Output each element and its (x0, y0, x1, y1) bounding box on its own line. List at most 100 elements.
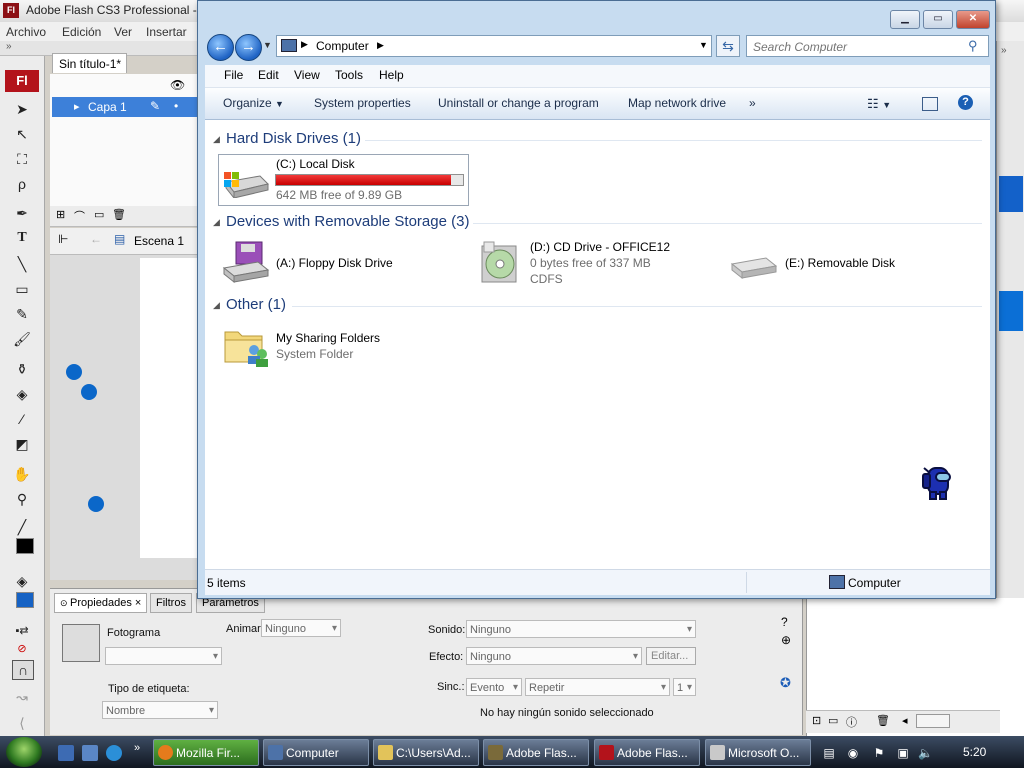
paint-bucket-tool-icon[interactable]: ◈ (12, 385, 32, 403)
collapse-group-icon[interactable]: ◢ (213, 217, 220, 228)
search-icon[interactable]: ⚲ (968, 38, 978, 54)
switch-windows-icon[interactable] (82, 745, 98, 761)
chevron-right-icon[interactable]: ▶ (301, 39, 308, 50)
stage-dot[interactable] (66, 364, 82, 380)
recent-pages-icon[interactable]: ▼ (263, 40, 272, 50)
trash-icon[interactable]: 🗑 (876, 714, 890, 727)
flash-menu-archivo[interactable]: Archivo (6, 25, 46, 39)
properties-icon[interactable]: ⓘ (846, 714, 857, 730)
collapse-arrows-icon[interactable]: » (6, 41, 12, 52)
help-icon[interactable]: ? (958, 95, 973, 110)
color-panel-swatch[interactable] (999, 176, 1023, 212)
map-network-drive-button[interactable]: Map network drive (628, 96, 726, 110)
flash-menu-insertar[interactable]: Insertar (146, 25, 187, 39)
collapse-group-icon[interactable]: ◢ (213, 300, 220, 311)
preview-pane-icon[interactable] (922, 97, 938, 111)
new-folder-icon[interactable]: ▭ (828, 714, 838, 727)
uninstall-program-button[interactable]: Uninstall or change a program (438, 96, 599, 110)
zoom-tool-icon[interactable]: ⚲ (12, 490, 32, 508)
sharing-folders-name[interactable]: My Sharing Folders (276, 331, 380, 345)
more-commands-button[interactable]: » (749, 96, 756, 110)
swap-colors-icon[interactable]: ▪⇄ (12, 622, 32, 640)
address-bar[interactable]: ▶ Computer ▶ ▼ (276, 35, 712, 57)
smooth-icon[interactable]: ↝ (12, 688, 32, 706)
text-tool-icon[interactable]: T (12, 229, 32, 247)
expand-icon[interactable]: ✪ (780, 675, 791, 691)
back-button[interactable]: ← (207, 34, 234, 61)
forward-button[interactable]: → (235, 34, 262, 61)
organize-button[interactable]: Organize ▼ (223, 96, 284, 110)
free-transform-tool-icon[interactable]: ⛶ (12, 150, 32, 168)
cd-drive-icon[interactable] (478, 240, 522, 284)
scroll-thumb[interactable] (916, 714, 950, 728)
group-removable-storage[interactable]: Devices with Removable Storage (3) (226, 213, 469, 230)
effect-select[interactable]: Ninguno (466, 647, 642, 666)
system-properties-button[interactable]: System properties (314, 96, 411, 110)
tray-volume-icon[interactable]: 🔈 (918, 746, 933, 760)
menu-file[interactable]: File (224, 68, 243, 82)
stage-dot[interactable] (88, 496, 104, 512)
timeline-toggle-icon[interactable]: ⊩ (58, 232, 68, 246)
removable-disk-icon[interactable] (730, 254, 778, 282)
add-layer-icon[interactable]: ⊞ (56, 208, 65, 221)
eyedropper-tool-icon[interactable]: ⁄ (12, 410, 32, 428)
subselection-tool-icon[interactable]: ↖ (12, 125, 32, 143)
tray-flag-icon[interactable]: ⚑ (872, 746, 886, 760)
edit-effect-button[interactable]: Editar... (646, 647, 696, 665)
animate-select[interactable]: Ninguno (261, 619, 341, 638)
sync-select[interactable]: Evento (466, 678, 522, 697)
taskbar-flash-2[interactable]: Adobe Flas... (594, 739, 700, 766)
taskbar-users-folder[interactable]: C:\Users\Ad... (373, 739, 479, 766)
brush-tool-icon[interactable]: 🖌 (12, 330, 32, 348)
pen-tool-icon[interactable]: ✒ (12, 204, 32, 222)
flash-menu-ver[interactable]: Ver (114, 25, 132, 39)
add-folder-icon[interactable]: ▭ (94, 208, 104, 221)
minimize-button[interactable]: ▁ (890, 10, 920, 29)
expand-panel-icon[interactable]: » (1001, 45, 1007, 56)
collapse-group-icon[interactable]: ◢ (213, 134, 220, 145)
lasso-tool-icon[interactable]: ρ (12, 175, 32, 193)
back-arrow-icon[interactable]: ← (90, 232, 102, 246)
group-other[interactable]: Other (1) (226, 296, 286, 313)
flash-menu-edicion[interactable]: Edición (62, 25, 101, 39)
tray-security-icon[interactable]: ◉ (846, 746, 860, 760)
help-icon[interactable]: ? (781, 615, 788, 629)
search-input[interactable] (753, 39, 958, 54)
line-tool-icon[interactable]: ╲ (12, 255, 32, 273)
straighten-icon[interactable]: ⟨ (12, 714, 32, 732)
ink-bottle-tool-icon[interactable]: ⚱ (12, 360, 32, 378)
chevron-down-icon[interactable]: ▼ (699, 40, 708, 50)
taskbar-computer[interactable]: Computer (263, 739, 369, 766)
tray-network-icon[interactable]: ▣ (896, 746, 910, 760)
repeat-select[interactable]: Repetir (525, 678, 670, 697)
show-desktop-icon[interactable] (58, 745, 74, 761)
refresh-button[interactable]: ⇆ (716, 35, 740, 57)
start-button[interactable] (6, 737, 42, 767)
fill-color-swatch[interactable] (16, 592, 34, 608)
tray-document-icon[interactable]: ▤ (822, 746, 836, 760)
document-tab[interactable]: Sin título-1* (52, 53, 127, 73)
sharing-folder-icon[interactable] (222, 320, 270, 368)
removable-disk-name[interactable]: (E:) Removable Disk (785, 256, 895, 270)
views-icon[interactable]: ☷ ▼ (867, 96, 891, 112)
stage-canvas[interactable] (140, 258, 200, 558)
color-panel-swatch[interactable] (999, 291, 1023, 331)
stroke-color-icon[interactable]: ╱ (12, 518, 32, 536)
close-button[interactable]: ✕ (956, 10, 990, 29)
close-icon[interactable]: × (135, 597, 141, 609)
menu-edit[interactable]: Edit (258, 68, 279, 82)
more-quicklaunch-icon[interactable]: » (134, 742, 140, 754)
repeat-count-input[interactable]: 1 (673, 678, 696, 697)
taskbar-clock[interactable]: 5:20 (963, 745, 986, 759)
menu-help[interactable]: Help (379, 68, 404, 82)
sound-select[interactable]: Ninguno (466, 620, 696, 639)
taskbar-flash-1[interactable]: Adobe Flas... (483, 739, 589, 766)
scene-name[interactable]: Escena 1 (134, 234, 184, 248)
eraser-tool-icon[interactable]: ◩ (12, 435, 32, 453)
tab-filtros[interactable]: Filtros (150, 593, 192, 613)
rectangle-tool-icon[interactable]: ▭ (12, 280, 32, 298)
floppy-drive-icon[interactable] (222, 240, 270, 284)
group-hard-disks[interactable]: Hard Disk Drives (1) (226, 130, 361, 147)
cd-drive-name[interactable]: (D:) CD Drive - OFFICE12 (530, 240, 670, 254)
layer-row[interactable]: ▸ Capa 1 ✎ • (52, 97, 200, 117)
